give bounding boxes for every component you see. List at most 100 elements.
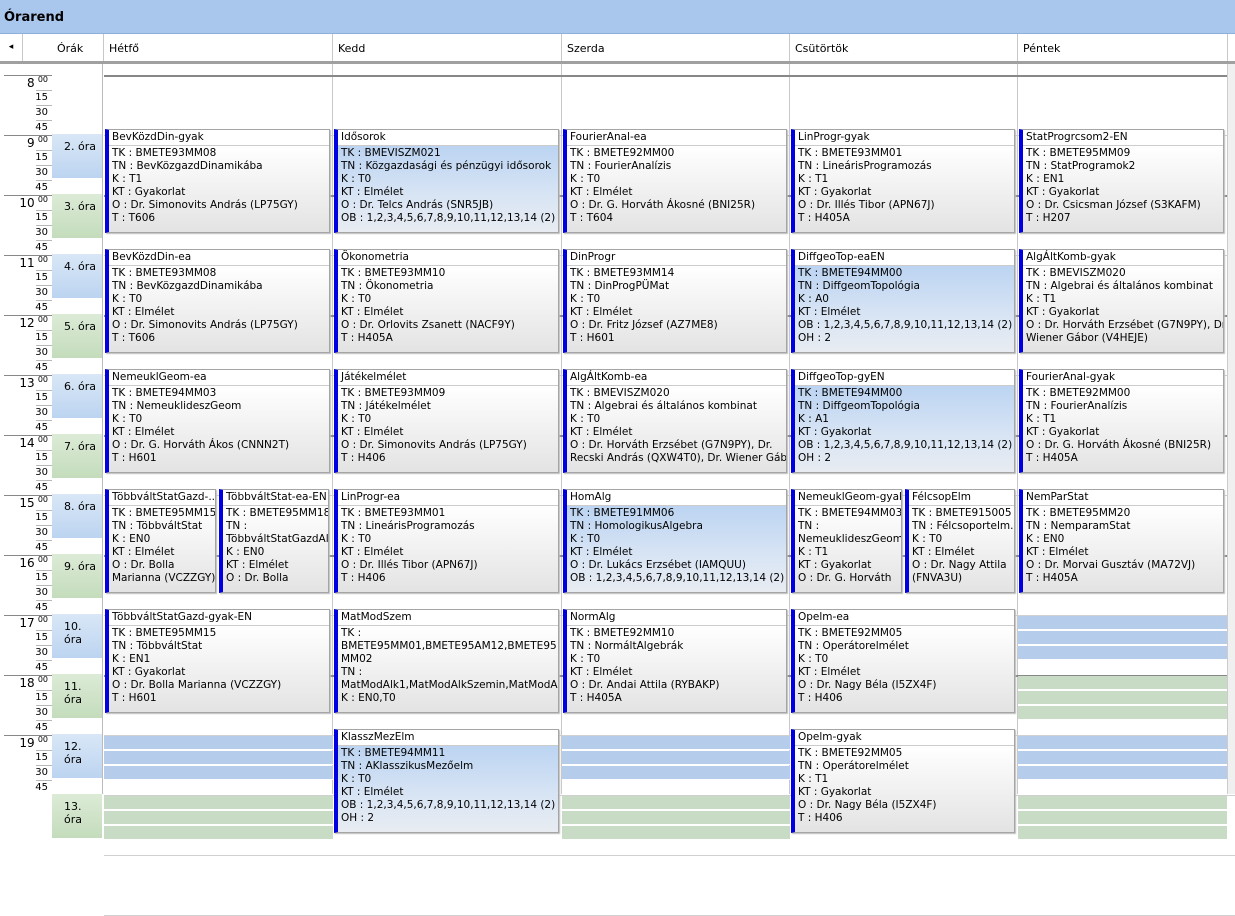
course-event[interactable]: TöbbváltStatGazd-... TK : BMETE95MM15 TN :…: [105, 489, 216, 593]
course-event[interactable]: AlgÁltKomb-gyak TK : BMEVISZM020 TN : Alge…: [1019, 249, 1224, 353]
course-detail-line: K : T0: [912, 533, 943, 545]
course-details: TK : BMETE92MM05 TN : Operátorelmélet K : …: [795, 625, 1014, 712]
empty-slot[interactable]: [1018, 736, 1227, 750]
header-day-thursday[interactable]: Csütörtök: [790, 34, 1018, 61]
course-event[interactable]: Opelm-gyak TK : BMETE92MM05 TN : Operátore…: [791, 729, 1015, 833]
course-detail-line: O : Dr. Illés Tibor (APN67J): [341, 559, 478, 571]
course-event[interactable]: FélcsopElm TK : BMETE915005 TN : Félcsopor…: [905, 489, 1015, 593]
lesson-slot[interactable]: 5. óra: [52, 314, 102, 359]
minute-tick: [36, 105, 52, 106]
course-detail-line: TN : Operátorelmélet: [798, 640, 909, 652]
course-detail-line: K : T1: [112, 173, 143, 185]
minute-tick: [36, 390, 52, 391]
course-event[interactable]: Ökonometria TK : BMETE93MM10 TN : Ökonomet…: [334, 249, 559, 353]
course-event[interactable]: LinProgr-gyak TK : BMETE93MM01 TN : Lineár…: [791, 129, 1015, 233]
lesson-slot[interactable]: 4. óra: [52, 254, 102, 299]
lesson-slot-label: 4. óra: [64, 260, 96, 273]
empty-slot[interactable]: [1018, 631, 1227, 645]
empty-slot[interactable]: [562, 826, 790, 840]
empty-slot[interactable]: [1018, 616, 1227, 630]
course-title: BevKözdDin-gyak: [112, 131, 204, 143]
empty-slot[interactable]: [1018, 676, 1227, 690]
course-event[interactable]: NormAlg TK : BMETE92MM10 TN : NormáltAlgeb…: [563, 609, 787, 713]
course-detail-line: Marianna (VCZZGY): [112, 572, 216, 584]
course-event[interactable]: DinProgr TK : BMETE93MM14 TN : DinProgPÜMa…: [563, 249, 787, 353]
course-event[interactable]: HomAlg TK : BMETE91MM06 TN : HomologikusAl…: [563, 489, 787, 593]
lesson-slot[interactable]: 12. óra: [52, 734, 102, 779]
course-detail-line: TK : BMETE94MM11: [341, 747, 446, 759]
empty-slot[interactable]: [562, 811, 790, 825]
lesson-slot[interactable]: 3. óra: [52, 194, 102, 239]
lesson-slot[interactable]: 9. óra: [52, 554, 102, 599]
course-detail-line: T : H207: [1026, 212, 1071, 224]
minute-label: 30: [35, 167, 48, 178]
empty-slot[interactable]: [1018, 766, 1227, 780]
empty-slot[interactable]: [562, 736, 790, 750]
empty-slot[interactable]: [1018, 646, 1227, 660]
course-event[interactable]: NemeuklGeom-ea TK : BMETE94MM03 TN : Nemeu…: [105, 369, 330, 473]
course-event[interactable]: AlgÁltKomb-ea TK : BMEVISZM020 TN : Algebr…: [563, 369, 787, 473]
course-event[interactable]: BevKözdDin-ea TK : BMETE93MM08 TN : BevKöz…: [105, 249, 330, 353]
minute-tick: [36, 150, 52, 151]
hour-label: 9 00: [27, 135, 48, 150]
course-event[interactable]: DiffgeoTop-eaEN TK : BMETE94MM00 TN : Diff…: [791, 249, 1015, 353]
course-event[interactable]: LinProgr-ea TK : BMETE93MM01 TN : Lineáris…: [334, 489, 559, 593]
course-event[interactable]: MatModSzem TK : BMETE95MM01,BMETE95AM12,BM…: [334, 609, 559, 713]
course-event[interactable]: TöbbváltStatGazd-gyak-EN TK : BMETE95MM15…: [105, 609, 330, 713]
empty-slot[interactable]: [1018, 691, 1227, 705]
course-detail-line: TN : StatProgramok2: [1026, 160, 1136, 172]
empty-slot[interactable]: [104, 766, 333, 780]
vertical-scrollbar[interactable]: [1227, 64, 1235, 794]
lesson-slot[interactable]: 7. óra: [52, 434, 102, 479]
course-event[interactable]: BevKözdDin-gyak TK : BMETE93MM08 TN : BevK…: [105, 129, 330, 233]
course-event[interactable]: DiffgeoTop-gyEN TK : BMETE94MM00 TN : Diff…: [791, 369, 1015, 473]
empty-slot[interactable]: [1018, 706, 1227, 720]
header-day-tuesday[interactable]: Kedd: [333, 34, 562, 61]
lesson-slot[interactable]: 8. óra: [52, 494, 102, 539]
scroll-left-icon[interactable]: ◂: [0, 34, 23, 61]
empty-slot[interactable]: [562, 766, 790, 780]
empty-slot[interactable]: [104, 736, 333, 750]
empty-slot[interactable]: [1018, 826, 1227, 840]
hour-value: 10: [19, 196, 35, 210]
course-event[interactable]: NemeuklGeom-gyak TK : BMETE94MM03 TN : Neme…: [791, 489, 902, 593]
day-divider: [561, 64, 562, 794]
empty-slot[interactable]: [562, 796, 790, 810]
course-detail-line: O : Dr. Horváth Erzsébet (G7N9PY), Dr.: [1026, 319, 1224, 331]
empty-slot[interactable]: [562, 751, 790, 765]
course-event[interactable]: FourierAnal-gyak TK : BMETE92MM00 TN : Fou…: [1019, 369, 1224, 473]
empty-slot[interactable]: [104, 751, 333, 765]
course-details: TK : BMETE91MM06 TN : HomologikusAlgebra K…: [567, 505, 786, 592]
course-event[interactable]: TöbbváltStat-ea-EN TK : BMETE95MM18 TN : Tö…: [219, 489, 329, 593]
empty-slot[interactable]: [104, 811, 333, 825]
course-detail-line: K : A0: [798, 293, 829, 305]
minute-tick: [36, 780, 52, 781]
course-event[interactable]: KlasszMezElm TK : BMETE94MM11 TN : AKlassz…: [334, 729, 559, 833]
minute-tick: [36, 585, 52, 586]
minute-label: 45: [35, 362, 48, 373]
lesson-slot[interactable]: 6. óra: [52, 374, 102, 419]
lesson-slot-label: 7. óra: [64, 440, 96, 453]
header-day-monday[interactable]: Hétfő: [104, 34, 333, 61]
empty-slot[interactable]: [1018, 796, 1227, 810]
course-detail-line: T : H405A: [341, 332, 393, 344]
empty-slot[interactable]: [104, 796, 333, 810]
lesson-slot[interactable]: 13. óra: [52, 794, 102, 839]
header-day-wednesday[interactable]: Szerda: [562, 34, 790, 61]
empty-slot[interactable]: [104, 826, 333, 840]
lesson-slot[interactable]: 11. óra: [52, 674, 102, 719]
course-event[interactable]: Opelm-ea TK : BMETE92MM05 TN : Operátorelm…: [791, 609, 1015, 713]
header-day-friday[interactable]: Péntek: [1018, 34, 1228, 61]
course-event[interactable]: FourierAnal-ea TK : BMETE92MM00 TN : Fouri…: [563, 129, 787, 233]
lesson-slot-label: 6. óra: [64, 380, 96, 393]
empty-slot[interactable]: [1018, 811, 1227, 825]
lesson-slot[interactable]: 2. óra: [52, 134, 102, 179]
minute-label: 15: [35, 92, 48, 103]
course-event[interactable]: NemParStat TK : BMETE95MM20 TN : NemparamS…: [1019, 489, 1224, 593]
course-event[interactable]: Idősorok TK : BMEVISZM021 TN : Közgazdaság…: [334, 129, 559, 233]
minute-tick: [36, 600, 52, 601]
empty-slot[interactable]: [1018, 751, 1227, 765]
course-event[interactable]: Játékelmélet TK : BMETE93MM09 TN : Játékel…: [334, 369, 559, 473]
lesson-slot[interactable]: 10. óra: [52, 614, 102, 659]
course-event[interactable]: StatProgrcsom2-EN TK : BMETE95MM09 TN : St…: [1019, 129, 1224, 233]
